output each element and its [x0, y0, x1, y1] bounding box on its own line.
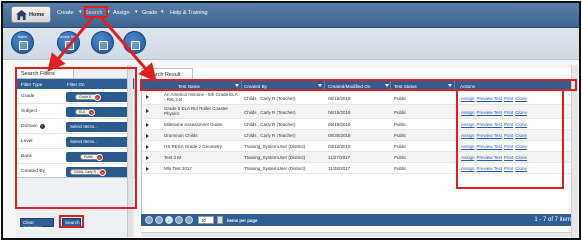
- app-window: Home Create ▾ Search ▾ Assign ▾ Grade ▾ …: [1, 1, 581, 240]
- annotation-arrows: [47, 16, 157, 82]
